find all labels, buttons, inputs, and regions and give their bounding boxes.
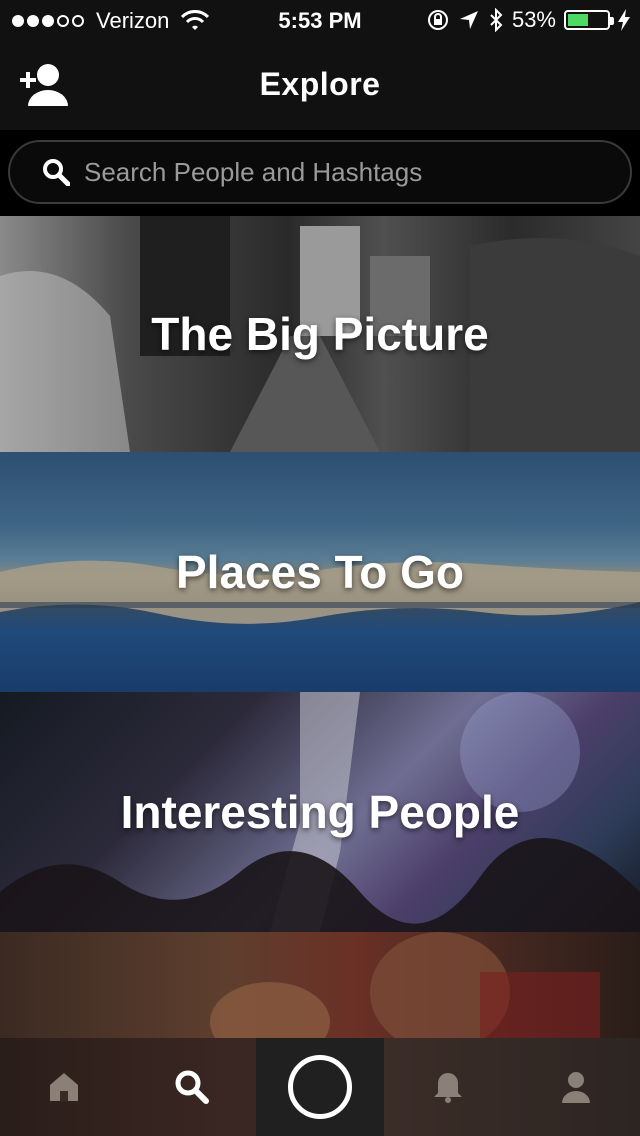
orientation-lock-icon bbox=[427, 10, 448, 30]
tab-bar bbox=[0, 1038, 640, 1136]
tile-label: Places To Go bbox=[175, 546, 465, 598]
tab-home[interactable] bbox=[0, 1038, 128, 1136]
profile-icon bbox=[562, 1072, 590, 1103]
category-tile-4[interactable] bbox=[0, 932, 640, 1038]
charging-bolt-icon bbox=[618, 9, 630, 31]
bluetooth-icon bbox=[490, 8, 503, 32]
status-bar: Verizon 5:53 PM 53% bbox=[0, 0, 640, 40]
tile-image-people bbox=[210, 932, 600, 1038]
tab-notifications[interactable] bbox=[384, 1038, 512, 1136]
battery-icon bbox=[564, 10, 614, 30]
category-tile-interesting-people[interactable]: Interesting People bbox=[0, 692, 640, 932]
tab-camera[interactable] bbox=[256, 1038, 384, 1136]
camera-shutter-icon bbox=[288, 1055, 352, 1119]
battery-percent: 53% bbox=[511, 7, 556, 32]
nav-bar: Explore bbox=[0, 40, 640, 130]
search-input[interactable] bbox=[82, 155, 606, 189]
location-arrow-icon bbox=[459, 11, 478, 29]
tab-profile[interactable] bbox=[512, 1038, 640, 1136]
home-icon bbox=[50, 1073, 78, 1101]
bell-icon bbox=[434, 1073, 462, 1103]
search-icon bbox=[43, 159, 70, 186]
tile-label: Interesting People bbox=[120, 786, 520, 838]
status-right: 53% bbox=[426, 7, 630, 33]
category-tile-places-to-go[interactable]: Places To Go bbox=[0, 452, 640, 692]
category-tile-big-picture[interactable]: The Big Picture bbox=[0, 216, 640, 452]
search-bar[interactable] bbox=[8, 140, 632, 204]
page-title: Explore bbox=[259, 66, 381, 102]
tile-label: The Big Picture bbox=[151, 308, 489, 360]
search-bar-container bbox=[0, 130, 640, 216]
search-icon bbox=[175, 1070, 209, 1104]
tab-search[interactable] bbox=[128, 1038, 256, 1136]
